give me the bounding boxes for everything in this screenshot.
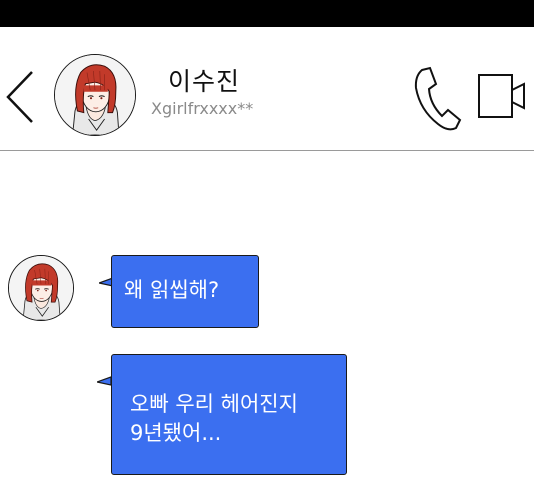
avatar-image: [9, 256, 73, 320]
message-text: 왜 읽씹해?: [124, 278, 220, 302]
message-bubble[interactable]: 왜 읽씹해?: [111, 255, 259, 328]
message-avatar[interactable]: [8, 255, 74, 321]
bubble-tail: [97, 376, 111, 386]
message-text: 오빠 우리 헤어진지 9년됐어...: [130, 392, 298, 445]
chevron-left-icon: [6, 71, 33, 123]
contact-name: 이수진: [168, 67, 241, 96]
message-bubble[interactable]: 오빠 우리 헤어진지 9년됐어...: [111, 354, 347, 475]
call-button[interactable]: [410, 64, 462, 132]
avatar-image: [55, 55, 135, 135]
video-camera-icon: [478, 74, 525, 118]
phone-icon: [414, 66, 462, 131]
status-bar: [0, 0, 534, 27]
header-divider: [0, 150, 534, 151]
contact-handle: Xgirlfrxxxx**: [151, 99, 254, 118]
back-button[interactable]: [0, 68, 40, 126]
contact-avatar[interactable]: [54, 54, 136, 136]
video-call-button[interactable]: [476, 72, 530, 120]
